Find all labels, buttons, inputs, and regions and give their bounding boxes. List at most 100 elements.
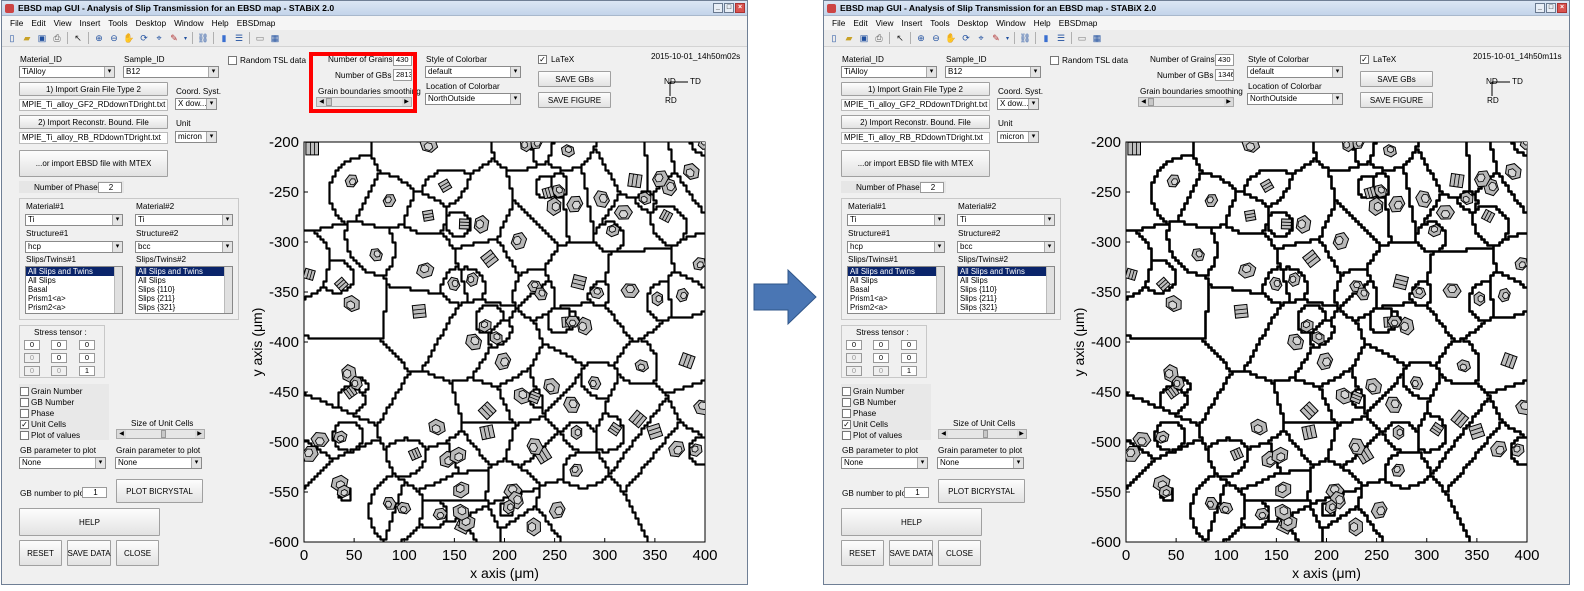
menu-tools[interactable]: Tools (926, 18, 953, 28)
random-tsl-checkbox[interactable] (228, 56, 237, 65)
pan-hand-icon[interactable]: ✋ (944, 32, 958, 45)
ebsd-map-plot[interactable]: -200 -250 -300 -350 -400 -450 -500 -550 -6000 50 1… (242, 129, 742, 585)
phase-checkbox[interactable] (20, 409, 29, 418)
list-item[interactable]: All Slips (848, 276, 944, 285)
num-phases-value[interactable]: 2 (98, 182, 122, 193)
insert-colorbar-icon[interactable]: ▮ (217, 32, 231, 45)
menu-file[interactable]: File (828, 18, 849, 28)
menu-view[interactable]: View (50, 18, 76, 28)
save-data-button[interactable]: SAVE DATA (889, 540, 933, 566)
gb-param-dropdown[interactable]: None (841, 457, 928, 469)
unit-cells-size-slider[interactable]: ◀ ▶ (116, 429, 205, 439)
save-gbs-button[interactable]: SAVE GBs (538, 71, 611, 87)
new-figure-icon[interactable]: ▯ (827, 32, 841, 45)
gb-number-plot-field[interactable]: 1 (82, 487, 107, 498)
menu-insert[interactable]: Insert (898, 18, 927, 28)
colorbar-location-dropdown[interactable]: NorthOutside (1247, 93, 1343, 105)
list-item[interactable]: All Slips and Twins (136, 267, 232, 276)
list-item[interactable]: Slips {110} (136, 285, 232, 294)
menu-file[interactable]: File (6, 18, 27, 28)
menu-window[interactable]: Window (170, 18, 208, 28)
material2-dropdown[interactable]: Ti (135, 214, 233, 226)
brush-icon[interactable]: ✎ (167, 32, 181, 45)
gb-number-plot-field[interactable]: 1 (904, 487, 929, 498)
stress-cell[interactable]: 0 (901, 353, 917, 363)
stress-cell[interactable]: 0 (51, 340, 67, 350)
menu-ebsdmap[interactable]: EBSDmap (233, 18, 280, 28)
help-button[interactable]: HELP (841, 508, 982, 536)
minimize-button[interactable]: _ (1535, 3, 1545, 13)
menu-help[interactable]: Help (1030, 18, 1055, 28)
import-reconstr-bound-button[interactable]: 2) Import Reconstr. Bound. File (841, 115, 990, 129)
structure1-dropdown[interactable]: hcp (25, 241, 123, 253)
stress-cell[interactable]: 0 (24, 340, 40, 350)
link-plot-icon[interactable]: ⛓ (1018, 32, 1032, 45)
colorbar-style-dropdown[interactable]: default (1247, 66, 1343, 78)
list-item[interactable]: All Slips (958, 276, 1054, 285)
show-plot-tools-icon[interactable]: ▦ (1090, 32, 1104, 45)
slips1-listbox[interactable]: All Slips and Twins All Slips Basal Pris… (847, 266, 945, 314)
plot-values-checkbox[interactable] (20, 431, 29, 440)
slips2-listbox[interactable]: All Slips and Twins All Slips Slips {110… (135, 266, 233, 314)
material2-dropdown[interactable]: Ti (957, 214, 1055, 226)
list-item[interactable]: Prism2<a> (848, 303, 944, 312)
sample-id-dropdown[interactable]: B12 (123, 66, 219, 78)
stress-cell[interactable]: 1 (79, 366, 95, 376)
zoom-out-icon[interactable]: ⊖ (929, 32, 943, 45)
menu-view[interactable]: View (872, 18, 898, 28)
save-data-button[interactable]: SAVE DATA (67, 540, 111, 566)
maximize-button[interactable]: □ (1546, 3, 1556, 13)
listbox-scrollbar[interactable] (936, 267, 944, 313)
import-reconstr-bound-button[interactable]: 2) Import Reconstr. Bound. File (19, 115, 168, 129)
listbox-scrollbar[interactable] (1046, 267, 1054, 313)
unit-cells-checkbox[interactable]: ✓ (20, 420, 29, 429)
random-tsl-checkbox[interactable] (1050, 56, 1059, 65)
insert-legend-icon[interactable]: ☰ (232, 32, 246, 45)
menu-help[interactable]: Help (208, 18, 233, 28)
hide-plot-tools-icon[interactable]: ▭ (1075, 32, 1089, 45)
reset-button[interactable]: RESET (19, 540, 62, 566)
unit-cells-size-slider[interactable]: ◀ ▶ (938, 429, 1027, 439)
colorbar-style-dropdown[interactable]: default (425, 66, 521, 78)
menu-ebsdmap[interactable]: EBSDmap (1055, 18, 1102, 28)
save-gbs-button[interactable]: SAVE GBs (1360, 71, 1433, 87)
list-item[interactable]: Prism1<a> (26, 294, 122, 303)
menu-window[interactable]: Window (992, 18, 1030, 28)
close-button[interactable]: CLOSE (116, 540, 159, 566)
rotate-3d-icon[interactable]: ⟳ (959, 32, 973, 45)
plot-values-checkbox[interactable] (842, 431, 851, 440)
listbox-scrollbar[interactable] (114, 267, 122, 313)
gb-number-checkbox[interactable] (842, 398, 851, 407)
list-item[interactable]: All Slips and Twins (958, 267, 1054, 276)
grain-number-checkbox[interactable] (20, 387, 29, 396)
close-button[interactable]: CLOSE (938, 540, 981, 566)
material1-dropdown[interactable]: Ti (25, 214, 123, 226)
save-icon[interactable]: ▣ (857, 32, 871, 45)
new-figure-icon[interactable]: ▯ (5, 32, 19, 45)
plot-bicrystal-button[interactable]: PLOT BICRYSTAL (938, 479, 1025, 503)
menu-edit[interactable]: Edit (849, 18, 871, 28)
material1-dropdown[interactable]: Ti (847, 214, 945, 226)
list-item[interactable]: Slips {110} (958, 285, 1054, 294)
list-item[interactable]: All Slips and Twins (26, 267, 122, 276)
pan-hand-icon[interactable]: ✋ (122, 32, 136, 45)
latex-checkbox[interactable]: ✓ (1360, 55, 1369, 64)
grain-param-dropdown[interactable]: None (937, 457, 1024, 469)
structure1-dropdown[interactable]: hcp (847, 241, 945, 253)
list-item[interactable]: Basal (26, 285, 122, 294)
gb-param-dropdown[interactable]: None (19, 457, 106, 469)
colorbar-location-dropdown[interactable]: NorthOutside (425, 93, 521, 105)
import-grain-file-button[interactable]: 1) Import Grain File Type 2 (841, 82, 990, 96)
menu-desktop[interactable]: Desktop (954, 18, 992, 28)
menu-edit[interactable]: Edit (27, 18, 49, 28)
stress-cell[interactable]: 0 (51, 353, 67, 363)
stress-cell[interactable]: 0 (79, 353, 95, 363)
menu-tools[interactable]: Tools (104, 18, 131, 28)
stress-cell[interactable]: 0 (901, 340, 917, 350)
save-icon[interactable]: ▣ (35, 32, 49, 45)
list-item[interactable]: Prism2<a> (26, 303, 122, 312)
edit-plot-arrow-icon[interactable]: ↖ (893, 32, 907, 45)
print-icon[interactable]: ⎙ (50, 32, 64, 45)
structure2-dropdown[interactable]: bcc (135, 241, 233, 253)
menu-insert[interactable]: Insert (76, 18, 105, 28)
